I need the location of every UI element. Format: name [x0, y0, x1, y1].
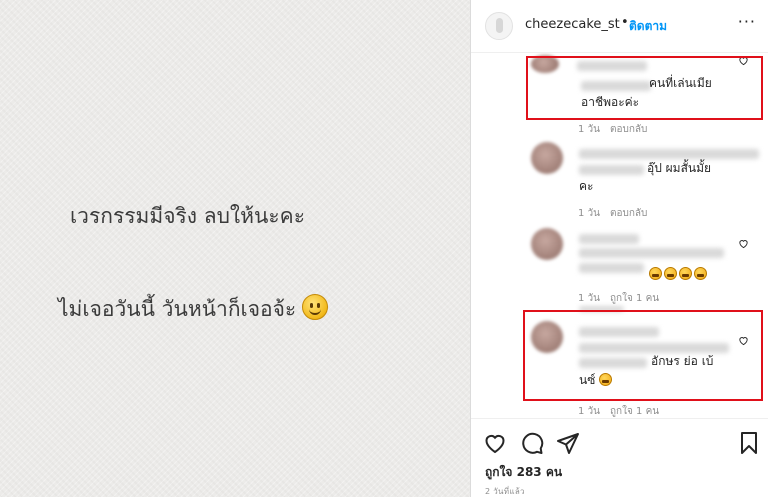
grimace-emoji-icon: [664, 267, 677, 280]
share-icon[interactable]: [556, 431, 580, 455]
comment-meta: 1 วัน ตอบกลับ: [578, 206, 657, 221]
post-text-line-1: เวรกรรมมีจริง ลบให้นะคะ: [70, 204, 305, 228]
blurred-username: [579, 234, 639, 244]
more-options-icon[interactable]: ···: [738, 12, 756, 31]
avatar[interactable]: [485, 12, 513, 40]
comment-icon[interactable]: [520, 431, 544, 455]
comment-age: 1 วัน: [578, 208, 600, 219]
smile-emoji-icon: [302, 294, 329, 320]
bookmark-icon[interactable]: [737, 431, 761, 455]
follow-button[interactable]: ติดตาม: [629, 17, 667, 36]
blurred-text: [579, 263, 644, 273]
comment-age: 1 วัน: [578, 124, 600, 135]
commenter-avatar[interactable]: [531, 142, 563, 174]
post-image: เวรกรรมมีจริง ลบให้นะคะ ไม่เจอวันนี้ วัน…: [0, 0, 471, 497]
comment-text-line-1: อุ๊ป ผมสั้นมั้ย: [647, 161, 712, 175]
post-text-line-2-text: ไม่เจอวันนี้ วันหน้าก็เจอจ้ะ: [58, 297, 297, 321]
username-link[interactable]: cheezecake_st: [525, 17, 620, 32]
comments-list[interactable]: คนที่เล่นเมีย อาชีพอะค่ะ 1 วัน ตอบกลับ อุ…: [471, 53, 768, 417]
separator-dot: •: [621, 15, 629, 30]
comment-age: 1 วัน: [578, 293, 600, 304]
grimace-emoji-icon: [649, 267, 662, 280]
comment-text-line-2: คะ: [579, 179, 594, 193]
highlight-box: [526, 56, 763, 120]
comment-meta: 1 วัน ถูกใจ 1 คน: [578, 404, 669, 417]
heart-icon[interactable]: [483, 431, 507, 455]
comment-meta: 1 วัน ถูกใจ 1 คน: [578, 291, 669, 306]
highlight-box: [523, 310, 763, 401]
likes-count[interactable]: ถูกใจ 283 คน: [485, 463, 562, 482]
post-actions: ถูกใจ 283 คน 2 วันที่แล้ว: [471, 418, 768, 498]
grimace-emoji-icon: [694, 267, 707, 280]
emoji-row: [649, 263, 709, 282]
reply-button[interactable]: ตอบกลับ: [610, 208, 647, 219]
comment-likes[interactable]: ถูกใจ 1 คน: [610, 293, 659, 304]
comment-age: 1 วัน: [578, 406, 600, 417]
heart-icon[interactable]: [738, 238, 749, 249]
grimace-emoji-icon: [679, 267, 692, 280]
commenter-avatar[interactable]: [531, 228, 563, 260]
post-text-line-2: ไม่เจอวันนี้ วันหน้าก็เจอจ้ะ: [58, 293, 528, 326]
reply-button[interactable]: ตอบกลับ: [610, 124, 647, 135]
blurred-text: [579, 248, 724, 258]
blurred-username: [579, 149, 759, 159]
comment-meta: 1 วัน ตอบกลับ: [578, 122, 657, 137]
post-timestamp: 2 วันที่แล้ว: [485, 487, 525, 496]
blurred-text: [579, 165, 644, 175]
comment-likes[interactable]: ถูกใจ 1 คน: [610, 406, 659, 417]
post-side-panel: cheezecake_st • ติดตาม ··· คนที่เล่นเมีย…: [471, 0, 768, 497]
post-header: cheezecake_st • ติดตาม ···: [471, 0, 768, 53]
